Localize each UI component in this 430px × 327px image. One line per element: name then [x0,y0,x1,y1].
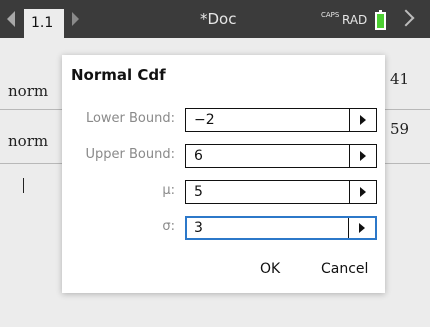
mu-label: μ: [162,183,175,198]
angle-mode-indicator: RAD [342,13,368,27]
doc-line-2-text: norm [8,132,49,150]
doc-line-2-result: 59 [390,120,410,138]
upper-bound-menu-button[interactable] [349,145,376,167]
document-title: *Doc [200,10,237,28]
upper-bound-field[interactable]: 6 [185,144,377,168]
lower-bound-menu-button[interactable] [349,109,376,131]
cancel-button[interactable]: Cancel [321,261,368,277]
battery-icon [375,10,386,30]
sigma-field[interactable]: 3 [185,216,377,240]
upper-bound-label: Upper Bound: [85,147,175,162]
normal-cdf-dialog: Normal Cdf Lower Bound: −2 Upper Bound: … [62,55,385,293]
doc-line-1-result: 41 [390,70,410,88]
ok-button[interactable]: OK [260,261,280,277]
lower-bound-label: Lower Bound: [85,111,175,126]
chevron-right-icon[interactable] [400,12,412,30]
sigma-menu-button[interactable] [348,218,375,238]
lower-bound-field[interactable]: −2 [185,108,377,132]
top-bar: 1.1 *Doc CAPS RAD [0,0,430,38]
previous-page-icon[interactable] [7,11,15,27]
mu-field[interactable]: 5 [185,180,377,204]
triangle-right-icon [359,223,365,233]
caps-indicator: CAPS [321,11,340,19]
triangle-right-icon [360,187,366,197]
doc-line-1-text: norm [8,82,49,100]
lower-bound-value: −2 [194,112,215,128]
next-page-icon[interactable] [72,12,79,26]
dialog-title: Normal Cdf [71,66,166,84]
tab-1-1[interactable]: 1.1 [24,9,64,38]
mu-menu-button[interactable] [349,181,376,203]
sigma-value: 3 [194,220,203,236]
triangle-right-icon [360,151,366,161]
triangle-right-icon [360,115,366,125]
mu-value: 5 [194,184,203,200]
upper-bound-value: 6 [194,148,203,164]
tab-label: 1.1 [31,15,54,31]
sigma-label: σ: [162,219,175,234]
text-cursor[interactable] [23,178,24,193]
